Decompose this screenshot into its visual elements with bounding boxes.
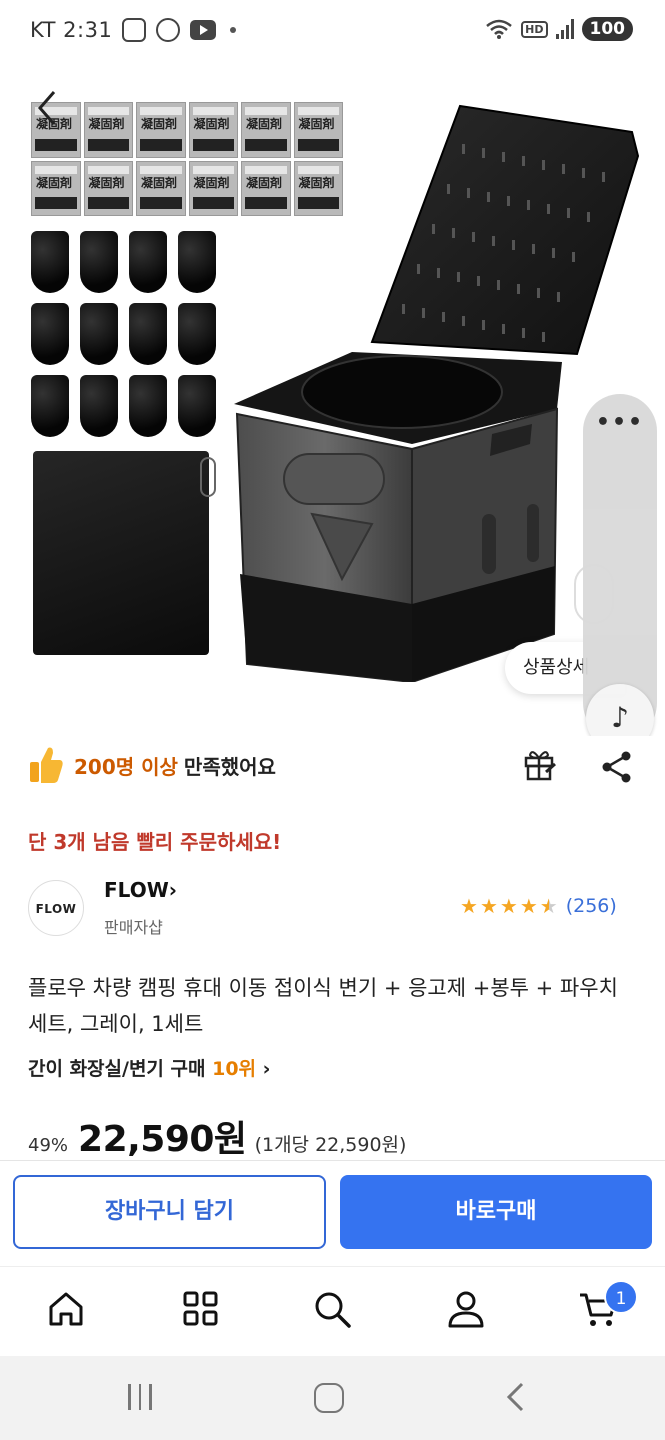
- more-notifications-dot: [230, 27, 236, 33]
- signal-icon: [555, 19, 574, 39]
- waste-bag: [178, 231, 216, 293]
- screenshot-icon: [122, 18, 146, 42]
- waste-bag: [31, 375, 69, 437]
- review-count[interactable]: (256): [566, 895, 617, 917]
- price-row: 49% 22,590원 (1개당 22,590원): [28, 1110, 406, 1162]
- discount-rate: 49%: [28, 1135, 69, 1156]
- more-options-icon[interactable]: •••: [583, 410, 657, 435]
- bottom-navigation: [0, 1266, 665, 1356]
- waste-bag: [31, 303, 69, 365]
- add-to-cart-button[interactable]: 장바구니 담기: [13, 1175, 326, 1249]
- search-icon[interactable]: [312, 1289, 352, 1329]
- coagulant-packet: 凝固剤: [188, 102, 238, 158]
- status-bar: KT 2:31 HD 100: [0, 0, 665, 64]
- category-rank-link[interactable]: 간이 화장실/변기 구매 10위 ›: [28, 1054, 270, 1081]
- system-icons: HD 100: [485, 17, 633, 41]
- divider: [0, 1160, 665, 1161]
- low-stock-notice: 단 3개 남음 빨리 주문하세요!: [28, 830, 282, 854]
- hd-voice-badge: HD: [521, 20, 548, 38]
- music-note-icon[interactable]: ♪: [586, 684, 654, 736]
- carrier-time: KT 2:31: [30, 18, 113, 42]
- storage-pouch: [33, 451, 209, 655]
- seller-shop-label: 판매자샵: [104, 918, 163, 937]
- share-icon[interactable]: [600, 750, 634, 784]
- home-icon[interactable]: [46, 1289, 86, 1329]
- waste-bag: [31, 231, 69, 293]
- notification-icons: [122, 18, 236, 42]
- product-rating[interactable]: ★ ★ ★ ★ ★ (256): [460, 894, 617, 918]
- waste-bag: [80, 303, 118, 365]
- pouch-drawstring: [200, 457, 216, 497]
- star-icon: ★: [499, 894, 518, 918]
- person-icon[interactable]: [446, 1289, 486, 1329]
- rank-number: 10위: [212, 1058, 257, 1080]
- chevron-right-icon: ›: [168, 878, 178, 902]
- coagulant-packet: 凝固剤: [83, 102, 133, 158]
- satisfaction-count: 200명 이상: [74, 754, 178, 779]
- youtube-icon: [190, 20, 216, 40]
- gift-icon[interactable]: [522, 746, 558, 782]
- coagulant-packet: 凝固剤: [31, 160, 81, 216]
- seller-name: FLOW: [104, 878, 169, 902]
- back-icon[interactable]: [502, 1380, 528, 1414]
- buy-now-button[interactable]: 바로구매: [340, 1175, 652, 1249]
- sale-price: 22,590원: [78, 1119, 247, 1160]
- system-navigation-bar: [0, 1356, 665, 1440]
- chevron-left-icon: [38, 91, 56, 125]
- home-button-icon[interactable]: [314, 1383, 344, 1413]
- rank-category: 간이 화장실/변기 구매: [28, 1058, 213, 1080]
- waste-bag: [178, 375, 216, 437]
- satisfaction-text: 만족했어요: [183, 754, 276, 779]
- b-app-icon: [156, 18, 180, 42]
- battery-indicator: 100: [581, 17, 633, 41]
- waste-bag: [80, 231, 118, 293]
- floating-side-panel[interactable]: ••• ♪: [583, 394, 657, 736]
- coagulant-packet: 凝固剤: [136, 102, 186, 158]
- coagulant-packet: 凝固剤: [136, 160, 186, 216]
- coagulant-packet: 凝固剤: [188, 160, 238, 216]
- satisfaction-banner: 200명 이상 만족했어요: [28, 742, 276, 788]
- recent-apps-icon[interactable]: [128, 1384, 152, 1410]
- product-image[interactable]: 凝固剤 凝固剤 凝固剤 凝固剤 凝固剤 凝固剤 凝固剤 凝固剤 凝固剤 凝固剤 …: [0, 64, 665, 736]
- unit-price: (1개당 22,590원): [254, 1134, 407, 1156]
- star-icon: ★: [519, 894, 538, 918]
- product-title: 플로우 차량 캠핑 휴대 이동 접이식 변기 + 응고제 +봉투 + 파우치 세…: [28, 976, 618, 1036]
- back-button[interactable]: [32, 88, 66, 132]
- waste-bag: [129, 231, 167, 293]
- seller-logo[interactable]: FLOW: [28, 880, 84, 936]
- star-icon: ★: [479, 894, 498, 918]
- waste-bag: [80, 375, 118, 437]
- cart-count-badge: 1: [604, 1280, 638, 1314]
- waste-bag: [129, 375, 167, 437]
- thumbs-up-icon: [30, 747, 63, 783]
- waste-bags: [31, 231, 217, 437]
- coagulant-packet: 凝固剤: [83, 160, 133, 216]
- star-icon: ★: [460, 894, 478, 918]
- waste-bag: [129, 303, 167, 365]
- chevron-right-icon: ›: [256, 1058, 271, 1080]
- wifi-icon: [486, 19, 512, 39]
- grid-icon[interactable]: [181, 1289, 221, 1329]
- seller-name-link[interactable]: FLOW›: [104, 878, 177, 902]
- half-star-icon: ★: [539, 894, 558, 918]
- waste-bag: [178, 303, 216, 365]
